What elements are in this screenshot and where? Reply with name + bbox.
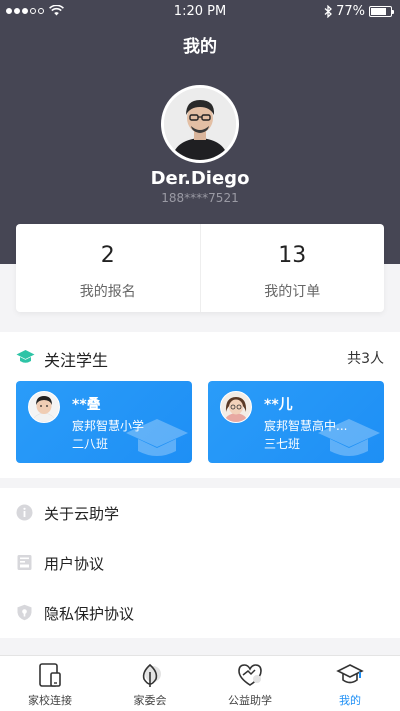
stats-card: 2 我的报名 13 我的订单 [16,224,384,312]
orders-count: 13 [278,243,307,268]
section-title: 关注学生 [44,351,109,370]
tab-label: 我的 [339,694,361,707]
user-phone: 188****7521 [161,191,239,205]
menu-item-user-agreement[interactable]: 用户协议 [0,538,400,588]
student-name: **儿 [264,397,293,413]
student-count: 共3人 [347,351,384,367]
orders-label: 我的订单 [264,284,321,300]
followed-students-section: 关注学生 共3人 **叠 宸邦智慧小学 二八班 **儿 宸邦智慧高中... 三七… [0,332,400,478]
tab-parents-committee[interactable]: 家委会 [100,656,200,711]
battery-percent: 77% [336,4,365,19]
bottom-tab-bar: 家校连接 家委会 公益助学 我的 [0,655,400,711]
registrations-count: 2 [100,243,115,268]
student-card[interactable]: **儿 宸邦智慧高中... 三七班 [208,381,384,463]
tab-home-school[interactable]: 家校连接 [0,656,100,711]
graduation-cap-watermark-icon [126,419,188,456]
heart-hands-icon [238,664,262,686]
graduation-cap-icon [16,350,35,363]
student-class: 三七班 [264,437,301,451]
tab-charity[interactable]: 公益助学 [200,656,300,711]
avatar[interactable] [161,85,239,163]
menu-label: 用户协议 [44,555,105,573]
user-photo [164,88,236,160]
settings-menu: 关于云助学 用户协议 隐私保护协议 [0,488,400,638]
student-name: **叠 [72,397,101,413]
menu-label: 关于云助学 [44,505,120,523]
info-icon [16,504,33,521]
student-avatar [28,391,60,423]
student-card[interactable]: **叠 宸邦智慧小学 二八班 [16,381,192,463]
registrations-label: 我的报名 [79,284,136,300]
shield-icon [17,604,32,621]
status-bar: 1:20 PM 77% [0,0,400,22]
menu-label: 隐私保护协议 [44,605,135,623]
graduation-cap-watermark-icon [318,419,380,456]
phone-book-icon [39,663,61,687]
section-header: 关注学生 共3人 [16,346,384,370]
tab-label: 家委会 [133,694,167,707]
menu-item-about[interactable]: 关于云助学 [0,488,400,538]
tab-label: 家校连接 [28,694,72,707]
document-icon [17,555,32,570]
graduation-cap-icon [336,664,364,684]
bluetooth-icon [324,5,333,18]
my-orders-button[interactable]: 13 我的订单 [199,224,385,312]
menu-item-privacy-policy[interactable]: 隐私保护协议 [0,588,400,638]
student-class: 二八班 [72,437,109,451]
student-avatar [220,391,252,423]
user-name: Der.Diego [150,168,250,189]
page-title: 我的 [183,37,217,57]
my-registrations-button[interactable]: 2 我的报名 [16,224,200,312]
battery-icon [369,6,394,17]
tab-label: 公益助学 [228,694,272,707]
tab-mine[interactable]: 我的 [300,656,400,711]
leaf-icon [142,663,161,687]
